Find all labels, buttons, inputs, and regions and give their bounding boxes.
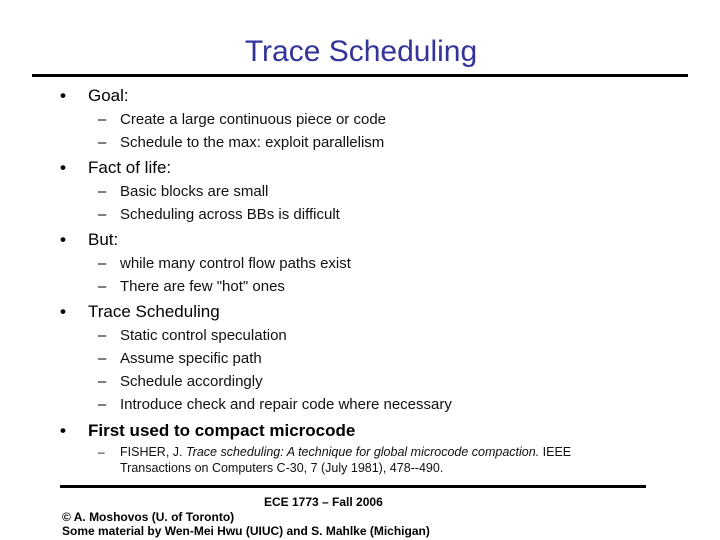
sub-item: Scheduling across BBs is difficult — [120, 206, 340, 223]
title-divider — [32, 74, 688, 77]
bullet-icon: • — [60, 421, 66, 440]
dash-icon: – — [98, 373, 107, 390]
bullet-icon: • — [60, 86, 66, 105]
footer-copyright: © A. Moshovos (U. of Toronto) — [62, 510, 235, 524]
sub-item: Schedule to the max: exploit parallelism — [120, 134, 385, 151]
sub-item: while many control flow paths exist — [120, 255, 351, 272]
dash-icon: – — [98, 350, 107, 367]
bullet-label: Fact of life: — [88, 158, 172, 177]
sub-item: Create a large continuous piece or code — [120, 111, 387, 128]
dash-icon: – — [98, 134, 107, 151]
bullet-label: But: — [88, 230, 119, 249]
dash-icon: – — [98, 206, 107, 223]
sub-item: There are few "hot" ones — [120, 278, 285, 295]
citation: FISHER, J. Trace scheduling: A technique… — [120, 444, 640, 476]
sub-item: Static control speculation — [120, 327, 287, 344]
sub-item: Introduce check and repair code where ne… — [120, 396, 452, 413]
footer-credits: Some material by Wen-Mei Hwu (UIUC) and … — [62, 524, 430, 538]
bullet-label: Trace Scheduling — [88, 302, 220, 321]
bullet-icon: • — [60, 158, 66, 177]
slide-title: Trace Scheduling — [244, 35, 478, 68]
footer-course: ECE 1773 – Fall 2006 — [264, 495, 383, 509]
dash-icon: – — [98, 278, 107, 295]
dash-icon: – — [98, 111, 107, 128]
sub-item: Schedule accordingly — [120, 373, 263, 390]
sub-item: Assume specific path — [120, 350, 262, 367]
dash-icon: – — [98, 255, 107, 272]
bullet-icon: • — [60, 230, 66, 249]
dash-icon: – — [98, 327, 107, 344]
dash-icon: – — [98, 445, 105, 459]
sub-item: Basic blocks are small — [120, 183, 269, 200]
bullet-label: First used to compact microcode — [88, 421, 356, 440]
dash-icon: – — [98, 396, 107, 413]
dash-icon: – — [98, 183, 107, 200]
bullet-label: Goal: — [88, 86, 129, 105]
citation-author: FISHER, J. — [120, 445, 186, 459]
footer-divider — [60, 485, 646, 488]
citation-title: Trace scheduling: A technique for global… — [185, 445, 540, 459]
bullet-icon: • — [60, 302, 66, 321]
